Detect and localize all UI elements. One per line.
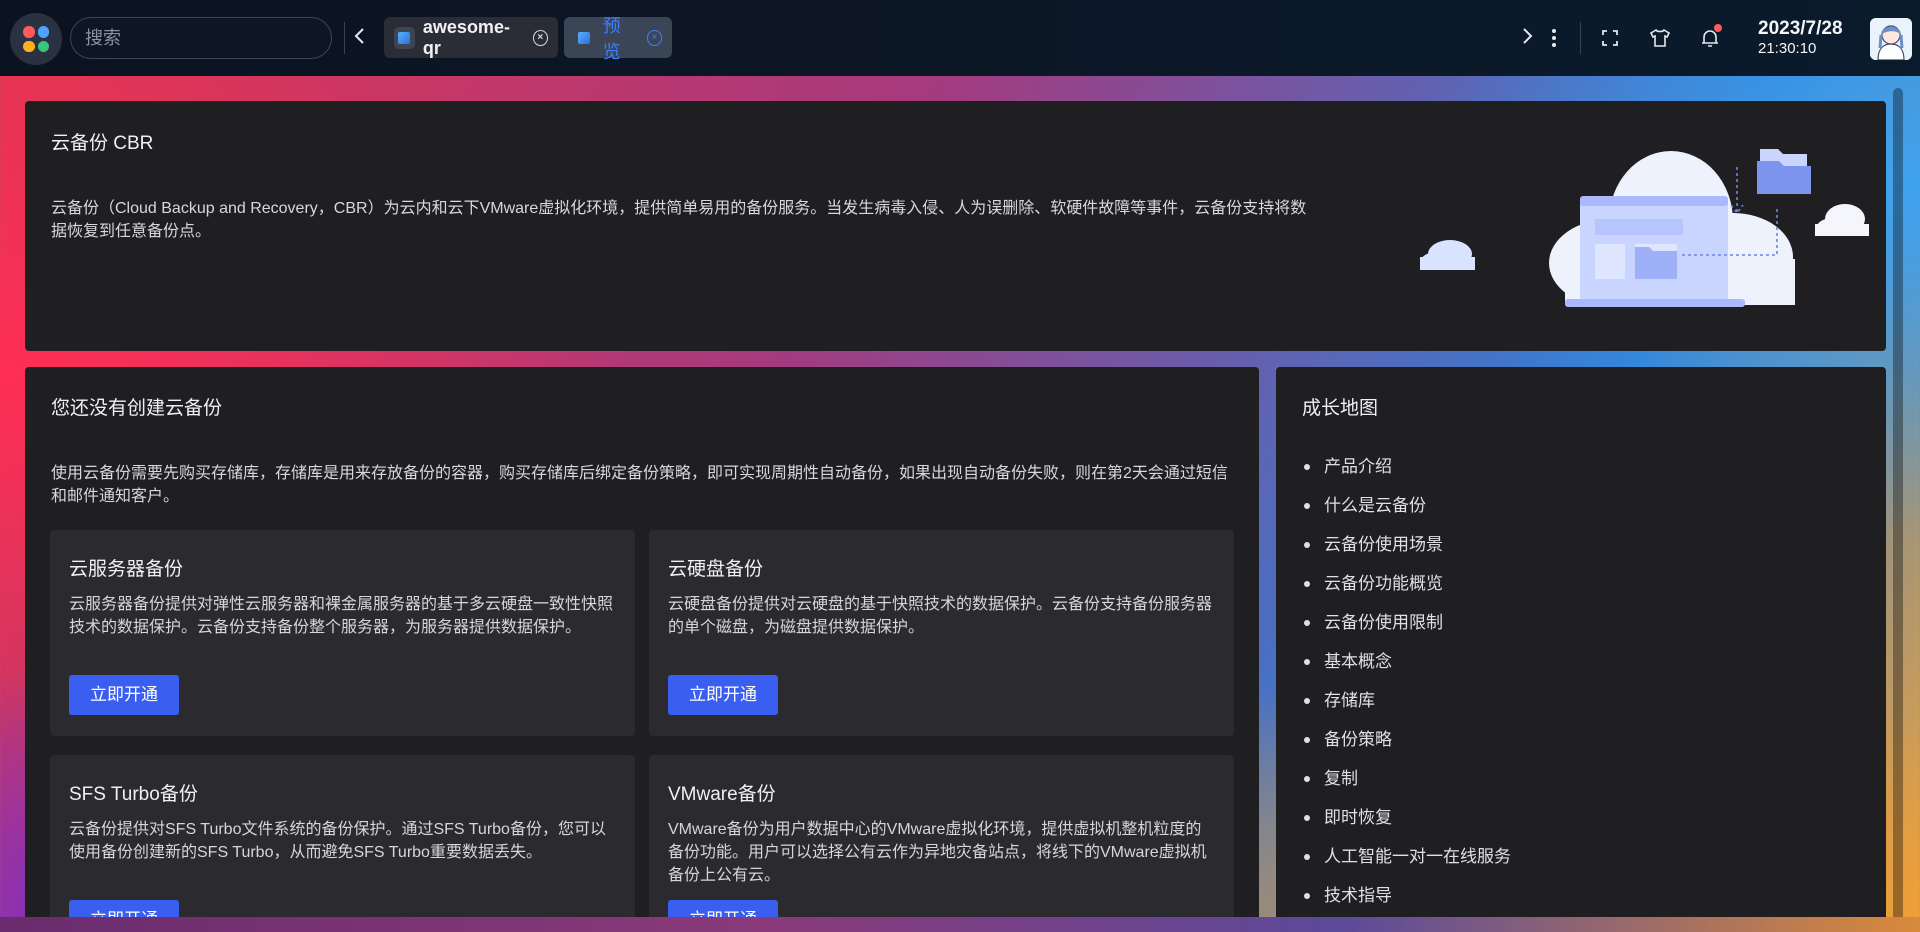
bell-icon[interactable] xyxy=(1698,24,1722,50)
list-item[interactable]: 什么是云备份 xyxy=(1302,486,1511,525)
hero-description: 云备份（Cloud Backup and Recovery，CBR）为云内和云下… xyxy=(51,200,1307,240)
clock-date: 2023/7/28 xyxy=(1758,18,1843,39)
clock: 2023/7/28 21:30:10 xyxy=(1758,18,1853,58)
chevron-left-icon[interactable] xyxy=(350,26,370,50)
list-item[interactable]: 云备份使用场景 xyxy=(1302,525,1511,564)
enable-disk-backup-button[interactable]: 立即开通 xyxy=(668,675,778,715)
tab-preview[interactable]: 预览 × xyxy=(564,16,672,62)
list-item[interactable]: 产品介绍 xyxy=(1302,447,1511,486)
card-title: VMware备份 xyxy=(668,784,776,805)
scrollbar[interactable] xyxy=(1893,88,1903,928)
avatar[interactable] xyxy=(1870,18,1912,60)
divider xyxy=(1580,22,1581,54)
card-title: 云服务器备份 xyxy=(69,559,184,580)
card-description: VMware备份为用户数据中心的VMware虚拟化环境，提供虚拟机整机粒度的备份… xyxy=(668,821,1207,884)
card-description: 云备份提供对SFS Turbo文件系统的备份保护。通过SFS Turbo备份，您… xyxy=(69,821,606,861)
list-item[interactable]: 复制 xyxy=(1302,759,1511,798)
list-item[interactable]: 基本概念 xyxy=(1302,642,1511,681)
section-title: 成长地图 xyxy=(1302,398,1379,419)
list-item[interactable]: 即时恢复 xyxy=(1302,798,1511,837)
card-title: 云硬盘备份 xyxy=(668,559,764,580)
close-icon[interactable]: × xyxy=(532,29,548,46)
card-vmware-backup: VMware备份 VMware备份为用户数据中心的VMware虚拟化环境，提供虚… xyxy=(649,755,1234,932)
card-title: SFS Turbo备份 xyxy=(69,784,198,805)
card-description: 云硬盘备份提供对云硬盘的基于快照技术的数据保护。云备份支持备份服务器的单个磁盘，… xyxy=(668,596,1213,636)
list-item[interactable]: 云备份使用限制 xyxy=(1302,603,1511,642)
shirt-icon[interactable] xyxy=(1648,26,1672,50)
more-vertical-icon[interactable] xyxy=(1542,26,1566,50)
card-sfs-turbo-backup: SFS Turbo备份 云备份提供对SFS Turbo文件系统的备份保护。通过S… xyxy=(50,755,635,932)
app-icon xyxy=(394,26,415,49)
list-item[interactable]: 云备份功能概览 xyxy=(1302,564,1511,603)
card-description: 云服务器备份提供对弹性云服务器和裸金属服务器的基于多云硬盘一致性快照技术的数据保… xyxy=(69,596,614,636)
app-icon xyxy=(574,26,595,49)
growth-map-list: 产品介绍 什么是云备份 云备份使用场景 云备份功能概览 云备份使用限制 基本概念… xyxy=(1302,447,1511,915)
tab-label: awesome-qr xyxy=(422,16,510,58)
wallpaper-strip xyxy=(0,917,1920,932)
tab-label: 预览 xyxy=(602,15,621,62)
app-launcher-icon[interactable] xyxy=(10,13,62,65)
growth-map-panel: 成长地图 产品介绍 什么是云备份 云备份使用场景 云备份功能概览 云备份使用限制… xyxy=(1276,367,1886,932)
tab-awesome-qr[interactable]: awesome-qr × xyxy=(384,17,558,58)
top-bar: awesome-qr × 预览 × 2023/7/28 21:30:10 xyxy=(0,0,1920,76)
card-disk-backup: 云硬盘备份 云硬盘备份提供对云硬盘的基于快照技术的数据保护。云备份支持备份服务器… xyxy=(649,530,1234,736)
section-description: 使用云备份需要先购买存储库，存储库是用来存放备份的容器，购买存储库后绑定备份策略… xyxy=(51,465,1228,505)
close-icon[interactable]: × xyxy=(646,29,662,46)
fullscreen-icon[interactable] xyxy=(1598,26,1622,50)
hero-panel: 云备份 CBR 云备份（Cloud Backup and Recovery，CB… xyxy=(25,101,1886,351)
chevron-right-icon[interactable] xyxy=(1517,26,1537,50)
notification-badge xyxy=(1714,24,1722,32)
list-item[interactable]: 存储库 xyxy=(1302,681,1511,720)
divider xyxy=(344,22,345,54)
empty-state-panel: 您还没有创建云备份 使用云备份需要先购买存储库，存储库是用来存放备份的容器，购买… xyxy=(25,367,1259,932)
search-input[interactable] xyxy=(70,17,332,59)
list-item[interactable]: 人工智能一对一在线服务 xyxy=(1302,837,1511,876)
clock-time: 21:30:10 xyxy=(1758,40,1817,57)
page-title: 云备份 CBR xyxy=(51,133,154,154)
list-item[interactable]: 技术指导 xyxy=(1302,876,1511,915)
enable-server-backup-button[interactable]: 立即开通 xyxy=(69,675,179,715)
cloud-backup-illustration xyxy=(1420,149,1869,307)
section-title: 您还没有创建云备份 xyxy=(51,398,223,419)
card-server-backup: 云服务器备份 云服务器备份提供对弹性云服务器和裸金属服务器的基于多云硬盘一致性快… xyxy=(50,530,635,736)
list-item[interactable]: 备份策略 xyxy=(1302,720,1511,759)
